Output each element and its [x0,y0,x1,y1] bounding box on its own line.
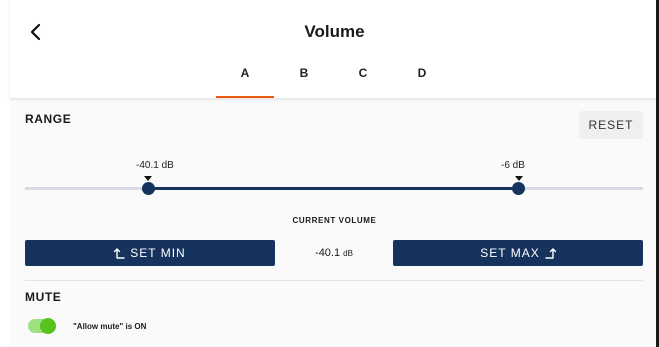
section-divider [25,280,643,281]
set-max-button[interactable]: SET MAX [393,240,643,266]
current-volume-unit: dB [343,249,353,258]
tab-a[interactable]: A [216,64,274,98]
range-min-thumb[interactable] [142,182,155,195]
current-volume-value: -40.1 [315,247,341,259]
volume-screen: Volume A B C D RANGE RESET -40.1 dB -6 d… [10,0,659,347]
current-volume-label: CURRENT VOLUME [292,216,377,225]
range-label: RANGE [25,112,72,126]
max-marker-icon [515,176,523,181]
allow-mute-status: "Allow mute" is ON [73,322,147,331]
range-min-label: -40.1 dB [136,160,174,171]
tab-bar: A B C D [10,64,659,98]
allow-mute-toggle[interactable] [28,318,56,334]
range-max-label: -6 dB [501,160,525,171]
tab-b[interactable]: B [275,64,333,98]
current-volume-readout: -40.1 dB [274,247,394,259]
arrow-up-left-icon [114,248,125,259]
set-max-label: SET MAX [480,246,540,260]
page-title: Volume [304,22,365,41]
reset-button[interactable]: RESET [579,111,643,139]
toggle-knob [40,318,56,334]
range-max-thumb[interactable] [512,182,525,195]
mute-label: MUTE [25,290,62,304]
arrow-up-right-icon [545,248,556,259]
header: Volume A B C D [10,0,659,98]
tab-c[interactable]: C [334,64,392,98]
tab-d[interactable]: D [393,64,451,98]
range-track-fill [148,187,519,190]
set-min-label: SET MIN [130,246,186,260]
min-marker-icon [144,176,152,181]
set-min-button[interactable]: SET MIN [25,240,275,266]
